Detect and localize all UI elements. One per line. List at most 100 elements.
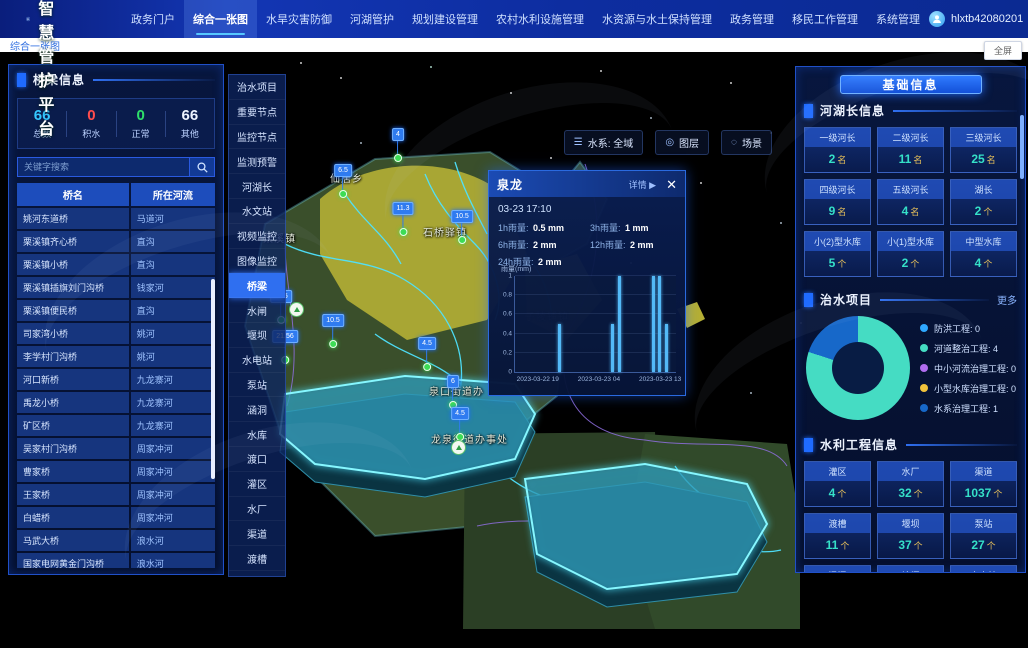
table-row[interactable]: 国家电网黄金门沟桥浪水河 bbox=[17, 553, 215, 568]
station-marker[interactable]: 4.5 bbox=[451, 407, 469, 441]
table-row[interactable]: 栗溪镇齐心桥直沟 bbox=[17, 231, 215, 252]
station-marker[interactable]: 4 bbox=[392, 128, 404, 162]
popup-detail-link[interactable]: 详情 ▶ bbox=[629, 178, 656, 191]
layer-menu-item[interactable]: 河湖长 bbox=[229, 174, 285, 199]
y-tick-label: 1 bbox=[500, 273, 512, 280]
dashboard-root: { "header": { "logo_title": "水系连通智慧管护平台"… bbox=[0, 0, 1028, 577]
layer-menu-item[interactable]: 泵站 bbox=[229, 373, 285, 398]
panel-scrollbar[interactable] bbox=[1020, 115, 1024, 179]
river-cell: 浪水河 bbox=[131, 553, 215, 568]
user-avatar-icon bbox=[929, 11, 945, 27]
card-value: 11个 bbox=[805, 533, 870, 558]
nav-item[interactable]: 政务管理 bbox=[721, 0, 783, 38]
marker-value: 6 bbox=[447, 375, 459, 388]
layer-menu-item[interactable]: 水闸 bbox=[229, 298, 285, 323]
nav-item[interactable]: 水资源与水土保持管理 bbox=[593, 0, 721, 38]
projects-header: 治水项目 更多 bbox=[796, 285, 1025, 312]
station-marker[interactable]: 11.3 bbox=[392, 202, 413, 236]
breadcrumb-bar: 综合一张图 bbox=[0, 38, 1028, 52]
table-row[interactable]: 河口新桥九龙寨河 bbox=[17, 369, 215, 390]
table-row[interactable]: 李学村门沟桥姚河 bbox=[17, 346, 215, 367]
table-row[interactable]: 王家桥周家冲河 bbox=[17, 484, 215, 505]
table-scrollbar[interactable] bbox=[211, 279, 215, 479]
table-row[interactable]: 司家湾小桥姚河 bbox=[17, 323, 215, 344]
card-label: 堰坝 bbox=[878, 514, 943, 533]
map-control-button[interactable]: ◎图层 bbox=[655, 130, 709, 155]
station-marker[interactable]: 4.5 bbox=[418, 337, 436, 371]
nav-item[interactable]: 河湖管护 bbox=[341, 0, 403, 38]
layer-menu-item[interactable]: 水文站 bbox=[229, 199, 285, 224]
table-row[interactable]: 禹龙小桥九龙寨河 bbox=[17, 392, 215, 413]
table-row[interactable]: 矿区桥九龙寨河 bbox=[17, 415, 215, 436]
layer-menu-item[interactable]: 隧洞 bbox=[229, 571, 285, 577]
nav-item[interactable]: 水旱灾害防御 bbox=[257, 0, 341, 38]
river-chief-header: 河湖长信息 bbox=[796, 96, 1025, 123]
river-cell: 周家冲河 bbox=[131, 438, 215, 459]
river-cell: 直沟 bbox=[131, 254, 215, 275]
layer-menu-item[interactable]: 视频监控 bbox=[229, 224, 285, 249]
nav-item[interactable]: 规划建设管理 bbox=[403, 0, 487, 38]
layer-menu-item[interactable]: 涵洞 bbox=[229, 397, 285, 422]
user-menu[interactable]: hlxtb42080201 ▼ bbox=[929, 11, 1028, 27]
arrow-right-icon: ▶ bbox=[649, 180, 656, 190]
legend-label: 水系治理工程: 1 bbox=[934, 402, 998, 415]
projects-donut-chart bbox=[806, 316, 910, 420]
table-row[interactable]: 栗溪镇小桥直沟 bbox=[17, 254, 215, 275]
camera-poi-icon[interactable] bbox=[451, 440, 466, 455]
nav-item[interactable]: 综合一张图 bbox=[184, 0, 257, 38]
fullscreen-button[interactable]: 全屏 bbox=[984, 41, 1022, 60]
search-input[interactable] bbox=[17, 157, 189, 177]
station-popup: 泉龙 详情 ▶ ✕ 03-23 17:10 1h雨量: 0.5 mm3h雨量: … bbox=[488, 170, 686, 396]
town-label: 龙泉街道办事处 bbox=[431, 431, 508, 446]
layer-menu-item[interactable]: 重要节点 bbox=[229, 100, 285, 125]
table-row[interactable]: 曹家桥周家冲河 bbox=[17, 461, 215, 482]
nav-item[interactable]: 移民工作管理 bbox=[783, 0, 867, 38]
station-marker[interactable]: 10.5 bbox=[322, 314, 344, 348]
rain-bar bbox=[665, 324, 668, 372]
table-row[interactable]: 白蜡桥周家冲河 bbox=[17, 507, 215, 528]
projects-more-link[interactable]: 更多 bbox=[997, 292, 1017, 307]
card-value: 32个 bbox=[878, 481, 943, 506]
table-row[interactable]: 吴家村门沟桥周家冲河 bbox=[17, 438, 215, 459]
nav-item[interactable]: 农村水利设施管理 bbox=[487, 0, 593, 38]
table-row[interactable]: 栗溪镇便民桥直沟 bbox=[17, 300, 215, 321]
basic-info-button[interactable]: 基础信息 bbox=[840, 75, 982, 94]
layer-menu-item[interactable]: 渠道 bbox=[229, 521, 285, 546]
card-value: 37个 bbox=[878, 533, 943, 558]
marker-dot-icon bbox=[458, 236, 466, 244]
station-marker[interactable]: 6.5 bbox=[334, 164, 352, 198]
layer-menu-item[interactable]: 灌区 bbox=[229, 472, 285, 497]
layer-menu-item[interactable]: 监测预警 bbox=[229, 149, 285, 174]
layer-menu-item[interactable]: 渡槽 bbox=[229, 546, 285, 571]
layer-menu-item[interactable]: 渡口 bbox=[229, 447, 285, 472]
layer-menu-item[interactable]: 水电站 bbox=[229, 348, 285, 373]
top-navbar: 水系连通智慧管护平台 政务门户综合一张图水旱灾害防御河湖管护规划建设管理农村水利… bbox=[0, 0, 1028, 38]
bridge-name-cell: 河口新桥 bbox=[17, 369, 129, 390]
layer-menu-item[interactable]: 堰坝 bbox=[229, 323, 285, 348]
layer-menu-item[interactable]: 桥梁 bbox=[229, 273, 285, 298]
layer-menu-item[interactable]: 水库 bbox=[229, 422, 285, 447]
river-cell: 浪水河 bbox=[131, 530, 215, 551]
table-row[interactable]: 姚河东道桥马道河 bbox=[17, 208, 215, 229]
layer-menu-item[interactable]: 水厂 bbox=[229, 497, 285, 522]
table-row[interactable]: 马武大桥浪水河 bbox=[17, 530, 215, 551]
card-label: 湖长 bbox=[951, 180, 1016, 199]
river-cell: 九龙寨河 bbox=[131, 369, 215, 390]
map-control-button[interactable]: ◌场景 bbox=[721, 130, 772, 155]
table-row[interactable]: 栗溪镇插旗刘门沟桥钱家河 bbox=[17, 277, 215, 298]
scenic-poi-icon[interactable] bbox=[289, 302, 304, 317]
layer-menu-item[interactable]: 治水项目 bbox=[229, 75, 285, 100]
river-chief-card: 三级河长25名 bbox=[950, 127, 1017, 173]
layer-menu-item[interactable]: 图像监控 bbox=[229, 249, 285, 274]
app-title: 水系连通智慧管护平台 bbox=[38, 0, 74, 139]
bridge-stat: 0积水 bbox=[67, 107, 115, 140]
search-button[interactable] bbox=[189, 157, 215, 177]
station-marker[interactable]: 6 bbox=[447, 375, 459, 409]
close-icon[interactable]: ✕ bbox=[666, 178, 677, 191]
map-control-button[interactable]: ☰水系: 全域 bbox=[564, 130, 644, 155]
station-marker[interactable]: 10.5 bbox=[451, 210, 473, 244]
bridge-name-cell: 栗溪镇齐心桥 bbox=[17, 231, 129, 252]
layer-menu-item[interactable]: 监控节点 bbox=[229, 125, 285, 150]
nav-item[interactable]: 政务门户 bbox=[122, 0, 184, 38]
nav-item[interactable]: 系统管理 bbox=[867, 0, 929, 38]
